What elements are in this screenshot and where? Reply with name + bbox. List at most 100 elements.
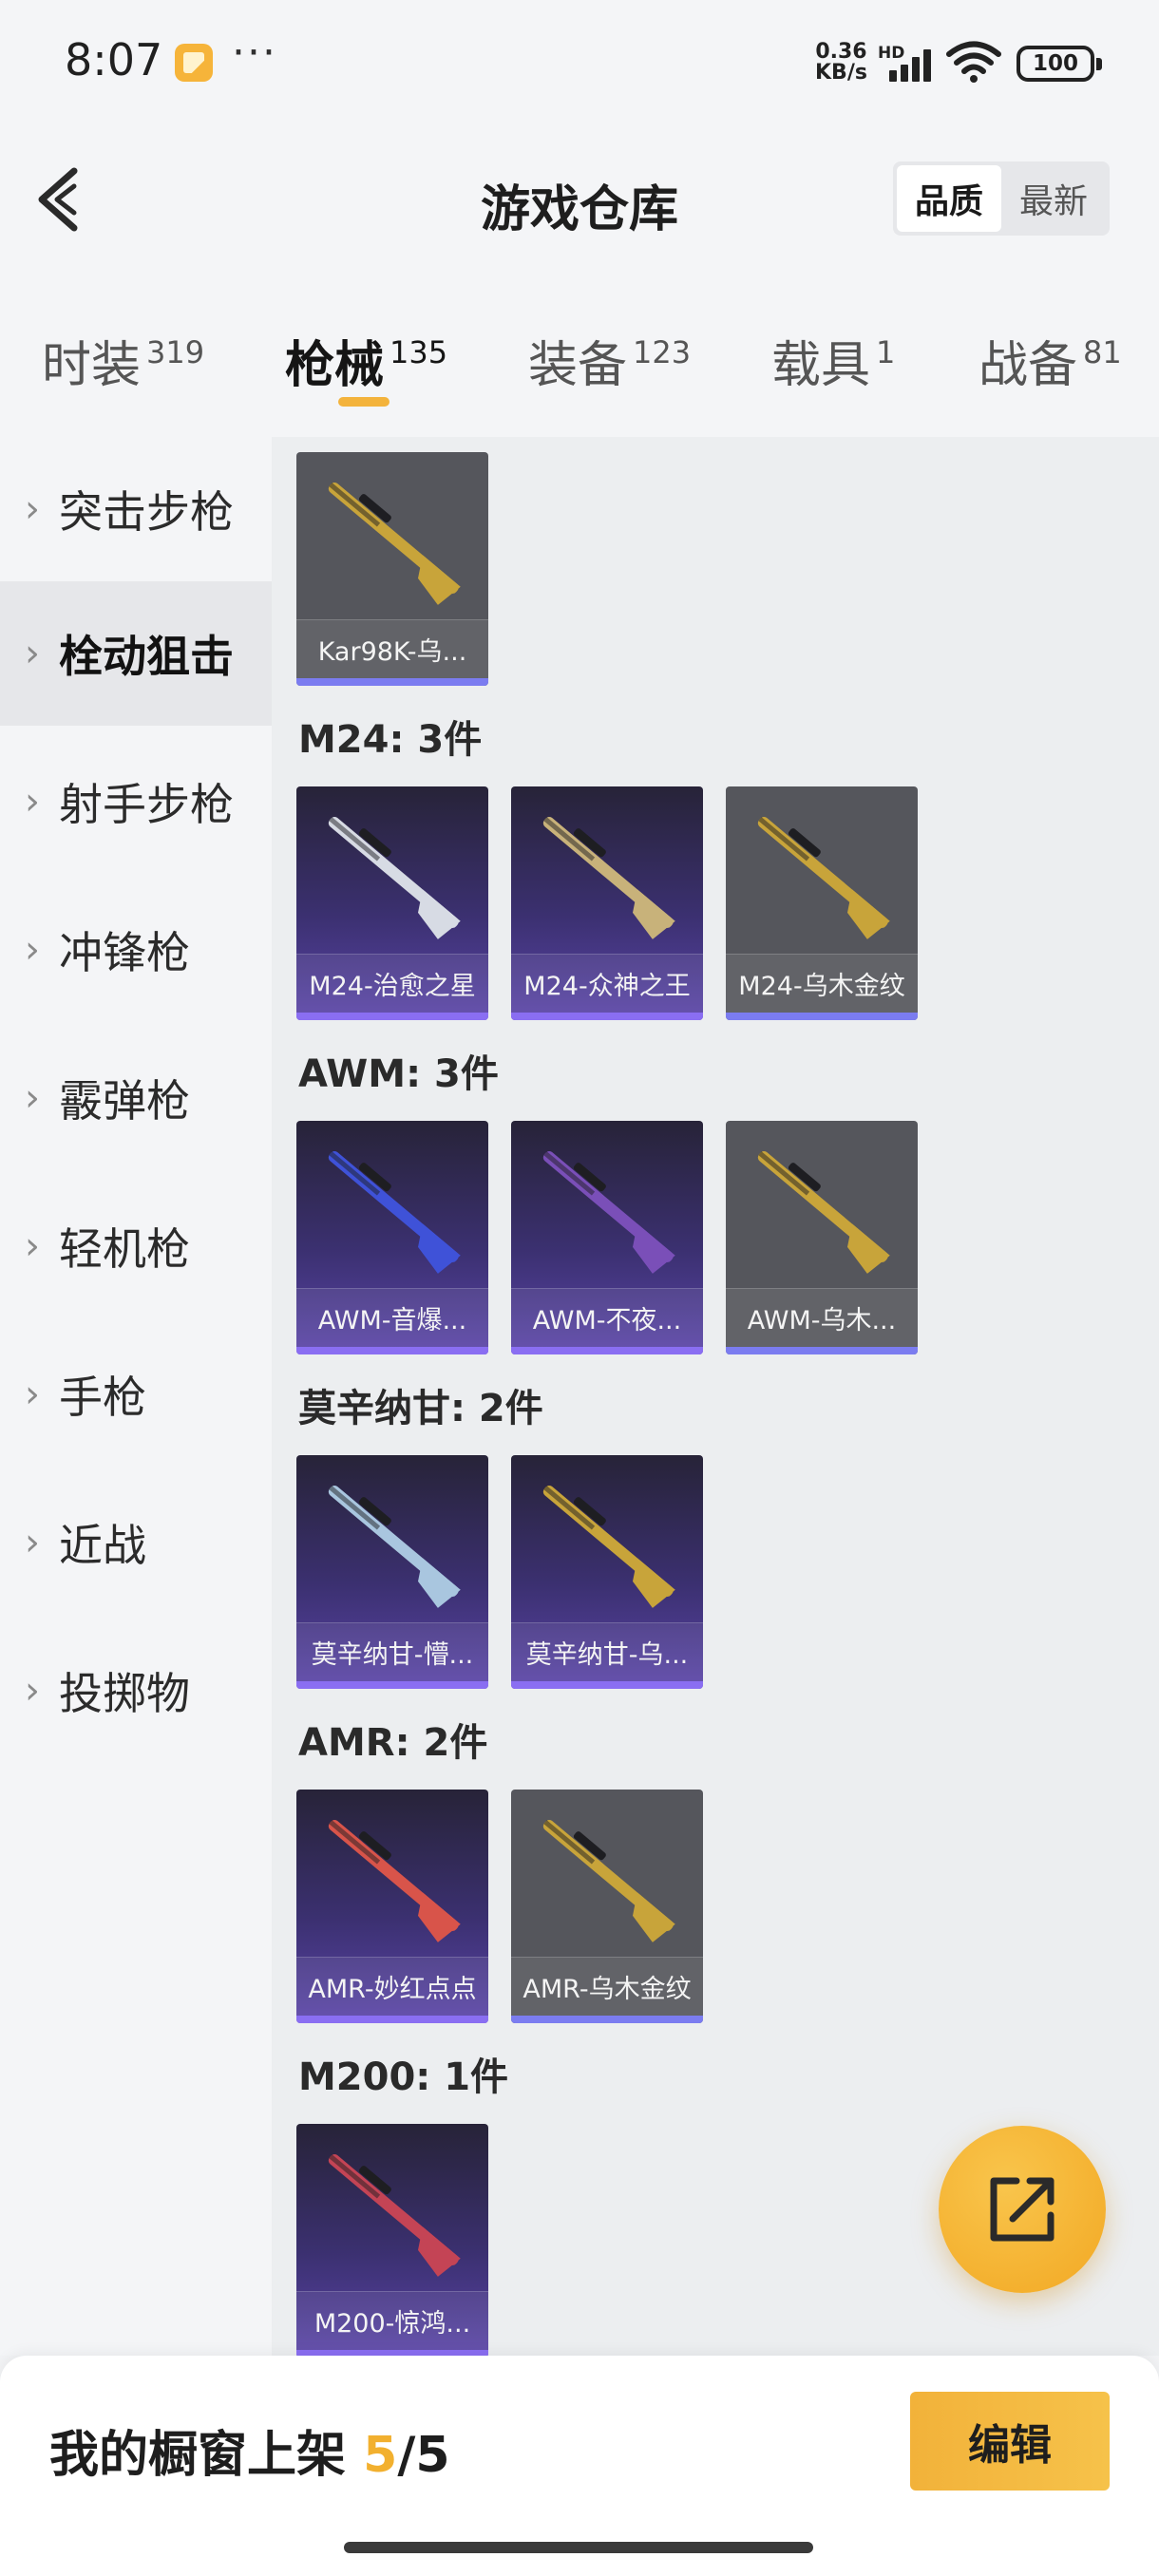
chevron-right-icon: › <box>25 1669 40 1713</box>
battery-level: 100 <box>1032 51 1078 76</box>
sidebar-item-label: 突击步枪 <box>59 486 234 538</box>
item-card[interactable]: 莫辛纳甘-懵... <box>296 1455 488 1689</box>
item-grid-area: Kar98K-乌... M24: 3件 M24-治愈之星 M24-众神之王 M2… <box>272 437 1159 2356</box>
showcase-separator: / <box>397 2427 416 2484</box>
sidebar-item-label: 手枪 <box>59 1372 146 1423</box>
tab-count: 1 <box>876 334 896 370</box>
tab-supplies[interactable]: 战备 81 <box>978 325 1122 396</box>
rarity-bar <box>511 1681 703 1689</box>
item-name: M24-乌木金纹 <box>726 954 918 1013</box>
item-card[interactable]: M24-治愈之星 <box>296 786 488 1020</box>
tab-count: 135 <box>390 334 448 370</box>
sidebar-item-label: 冲锋枪 <box>59 927 190 978</box>
item-card[interactable]: M24-众神之王 <box>511 786 703 1020</box>
rarity-bar <box>726 1013 918 1020</box>
item-name: AWM-乌木... <box>726 1288 918 1347</box>
rifle-icon <box>757 816 890 939</box>
sidebar-item-label: 射手步枪 <box>59 779 234 830</box>
sort-quality-button[interactable]: 品质 <box>897 165 1001 232</box>
tab-count: 319 <box>146 334 205 370</box>
notification-app-icon <box>175 44 213 82</box>
sidebar-item-pistol[interactable]: › 手枪 <box>0 1322 272 1467</box>
signal-icon <box>884 47 937 82</box>
item-card[interactable]: Kar98K-乌... <box>296 452 488 686</box>
chevron-right-icon: › <box>25 487 40 531</box>
sidebar-item-smg[interactable]: › 冲锋枪 <box>0 878 272 1022</box>
rifle-icon <box>757 1150 890 1274</box>
sidebar-item-throwable[interactable]: › 投掷物 <box>0 1619 272 1763</box>
sidebar-item-label: 近战 <box>59 1520 146 1571</box>
rarity-bar <box>296 1013 488 1020</box>
rifle-icon <box>328 2153 461 2277</box>
status-bar: 8:07 ··· 0.36 KB/s HD 100 <box>0 0 1159 123</box>
group-title-m200: M200: 1件 <box>298 2055 509 2099</box>
chevron-right-icon: › <box>25 780 40 824</box>
sort-latest-button[interactable]: 最新 <box>1001 165 1106 232</box>
rifle-icon <box>542 1819 675 1942</box>
chevron-right-icon: › <box>25 1521 40 1564</box>
item-card[interactable]: 莫辛纳甘-乌... <box>511 1455 703 1689</box>
tab-fashion[interactable]: 时装 319 <box>42 325 204 396</box>
item-card[interactable]: AWM-音爆... <box>296 1121 488 1354</box>
chevron-right-icon: › <box>25 1076 40 1120</box>
item-name: AMR-乌木金纹 <box>511 1957 703 2016</box>
tab-label: 战备 <box>978 337 1078 394</box>
group-title-m24: M24: 3件 <box>298 718 483 762</box>
bottom-bar: 我的橱窗上架 5/5 编辑 <box>0 2356 1159 2576</box>
rarity-bar <box>726 1347 918 1354</box>
sidebar-item-lmg[interactable]: › 轻机枪 <box>0 1174 272 1318</box>
tab-count: 123 <box>633 334 692 370</box>
rifle-icon <box>542 1485 675 1608</box>
sidebar-item-label: 栓动狙击 <box>59 631 234 682</box>
item-card[interactable]: AWM-乌木... <box>726 1121 918 1354</box>
sidebar-item-marksman-rifle[interactable]: › 射手步枪 <box>0 729 272 874</box>
sidebar-item-melee[interactable]: › 近战 <box>0 1470 272 1615</box>
rifle-icon <box>328 1819 461 1942</box>
network-speed-unit: KB/s <box>815 61 867 85</box>
rifle-icon <box>328 1485 461 1608</box>
network-speed-value: 0.36 <box>815 40 867 64</box>
chevron-right-icon: › <box>25 1373 40 1416</box>
showcase-label: 我的橱窗上架 <box>49 2427 347 2484</box>
item-card[interactable]: AMR-乌木金纹 <box>511 1790 703 2023</box>
rifle-icon <box>542 816 675 939</box>
item-name: AWM-不夜... <box>511 1288 703 1347</box>
rarity-bar <box>511 1013 703 1020</box>
sort-toggle: 品质 最新 <box>893 161 1110 236</box>
tab-equipment[interactable]: 装备 123 <box>528 325 691 396</box>
rarity-bar <box>296 1681 488 1689</box>
sidebar-item-assault-rifle[interactable]: › 突击步枪 <box>0 437 272 581</box>
group-title-mosin: 莫辛纳甘: 2件 <box>298 1387 543 1430</box>
showcase-total-count: 5 <box>415 2427 450 2484</box>
status-time: 8:07 <box>65 34 163 85</box>
rarity-bar <box>511 2016 703 2023</box>
item-name: M24-治愈之星 <box>296 954 488 1013</box>
rifle-icon <box>542 1150 675 1274</box>
category-tabs: 时装 319 枪械 135 装备 123 载具 1 战备 81 <box>0 275 1159 437</box>
chevron-right-icon: › <box>25 928 40 972</box>
tab-firearms[interactable]: 枪械 135 <box>285 325 447 396</box>
rifle-icon <box>328 1150 461 1274</box>
showcase-status: 我的橱窗上架 5/5 <box>49 2415 450 2486</box>
showcase-current-count: 5 <box>363 2427 398 2484</box>
group-title-amr: AMR: 2件 <box>298 1721 488 1765</box>
sidebar-item-shotgun[interactable]: › 霰弹枪 <box>0 1026 272 1170</box>
wifi-icon <box>946 41 1001 83</box>
tab-label: 枪械 <box>285 337 385 394</box>
item-card[interactable]: M200-惊鸿... <box>296 2124 488 2356</box>
chevron-right-icon: › <box>25 632 40 675</box>
rarity-bar <box>511 1347 703 1354</box>
more-notifications-icon: ··· <box>232 28 277 77</box>
item-card[interactable]: M24-乌木金纹 <box>726 786 918 1020</box>
item-card[interactable]: AMR-妙红点点 <box>296 1790 488 2023</box>
rarity-bar <box>296 2016 488 2023</box>
tab-label: 载具 <box>771 337 871 394</box>
sidebar-item-bolt-sniper[interactable]: › 栓动狙击 <box>0 581 272 726</box>
tab-vehicles[interactable]: 载具 1 <box>771 325 895 396</box>
item-card[interactable]: AWM-不夜... <box>511 1121 703 1354</box>
share-button[interactable] <box>939 2126 1106 2293</box>
edit-button[interactable]: 编辑 <box>910 2392 1110 2491</box>
item-name: 莫辛纳甘-懵... <box>296 1622 488 1681</box>
home-indicator[interactable] <box>344 2542 813 2553</box>
tab-label: 时装 <box>42 337 142 394</box>
